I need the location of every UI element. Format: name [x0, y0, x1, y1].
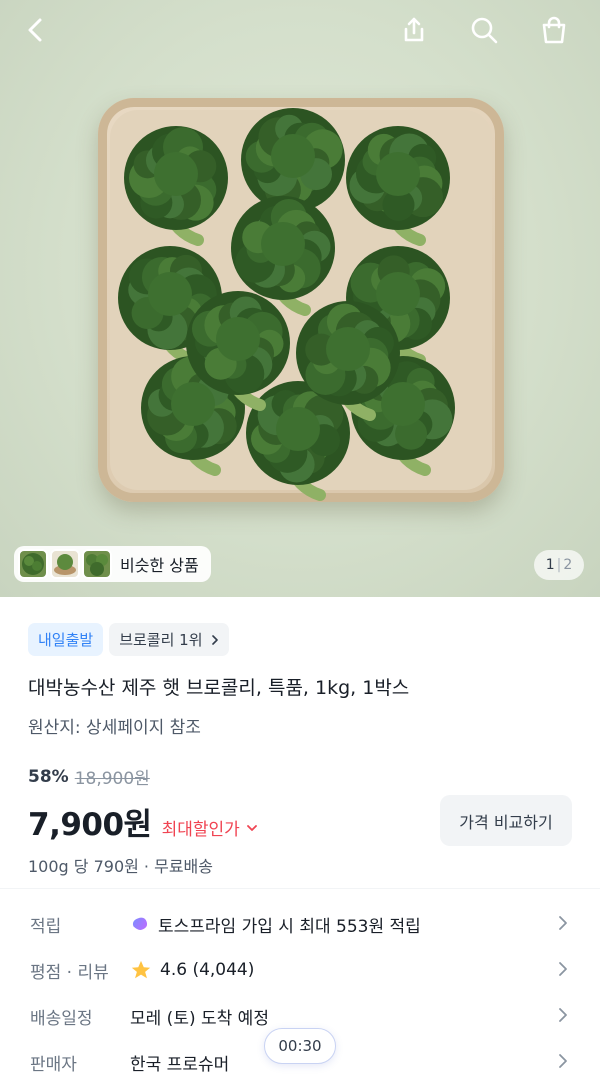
- image-page-indicator: 1 | 2: [534, 550, 584, 580]
- chevron-right-icon: [559, 1054, 567, 1068]
- chevron-left-icon: [28, 18, 42, 42]
- search-icon: [471, 17, 498, 44]
- reward-label: 적립: [30, 916, 62, 937]
- price-compare-button[interactable]: 가격 비교하기: [440, 795, 572, 846]
- similar-products-label: 비슷한 상품: [120, 556, 199, 575]
- reward-value: 토스프라임 가입 시 최대 553원 적립: [158, 916, 421, 937]
- product-origin: 원산지: 상세페이지 참조: [28, 718, 201, 738]
- seller-value: 한국 프로슈머: [130, 1054, 230, 1075]
- chevron-right-icon: [559, 962, 567, 976]
- page-current: 1: [545, 557, 555, 573]
- broccoli-floret: [124, 126, 228, 246]
- original-price: 18,900원: [74, 769, 150, 789]
- rank-badge-label: 브로콜리 1위: [119, 631, 203, 649]
- max-discount-toggle[interactable]: 최대할인가: [162, 815, 258, 840]
- share-icon: [404, 17, 424, 42]
- product-image: [98, 98, 504, 502]
- divider: [0, 888, 600, 889]
- max-discount-label: 최대할인가: [161, 820, 240, 840]
- top-navigation-bar: [0, 0, 600, 60]
- page-total: 2: [563, 557, 573, 573]
- product-title: 대박농수산 제주 햇 브로콜리, 특품, 1kg, 1박스: [28, 677, 410, 699]
- share-button[interactable]: [392, 8, 436, 52]
- toss-prime-icon: [132, 917, 148, 930]
- search-button[interactable]: [462, 8, 506, 52]
- shopping-bag-icon: [542, 16, 566, 44]
- timer-badge: 00:30: [264, 1028, 336, 1064]
- delivery-label: 배송일정: [30, 1008, 93, 1029]
- chevron-right-icon: [559, 916, 567, 930]
- unit-price-shipping: 100g 당 790원 · 무료배송: [28, 857, 213, 876]
- similar-products-button[interactable]: 비슷한 상품: [14, 546, 211, 582]
- rank-badge[interactable]: 브로콜리 1위: [109, 623, 229, 656]
- chevron-right-icon: [211, 634, 218, 645]
- reward-row[interactable]: 적립 토스프라임 가입 시 최대 553원 적립: [0, 901, 600, 947]
- similar-thumb-1: [18, 549, 48, 579]
- cart-button[interactable]: [532, 8, 576, 52]
- delivery-value: 모레 (토) 도착 예정: [130, 1008, 269, 1029]
- sale-price: 7,900원: [28, 807, 152, 843]
- star-icon: [131, 960, 151, 979]
- rating-review-row[interactable]: 평점 · 리뷰 4.6 (4,044): [0, 947, 600, 993]
- broccoli-illustration: [118, 108, 455, 501]
- shipping-badge: 내일출발: [28, 623, 104, 656]
- chevron-right-icon: [559, 1008, 567, 1022]
- chevron-down-icon: [246, 824, 257, 831]
- discount-rate: 58%: [28, 766, 69, 787]
- product-image-gallery[interactable]: 비슷한 상품 1 | 2: [0, 0, 600, 597]
- rating-label: 평점 · 리뷰: [30, 962, 109, 983]
- seller-label: 판매자: [30, 1054, 77, 1075]
- similar-thumb-2: [50, 549, 80, 579]
- similar-thumb-3: [82, 549, 112, 579]
- back-button[interactable]: [14, 8, 58, 52]
- rating-value: 4.6 (4,044): [160, 960, 255, 980]
- broccoli-floret: [346, 126, 450, 246]
